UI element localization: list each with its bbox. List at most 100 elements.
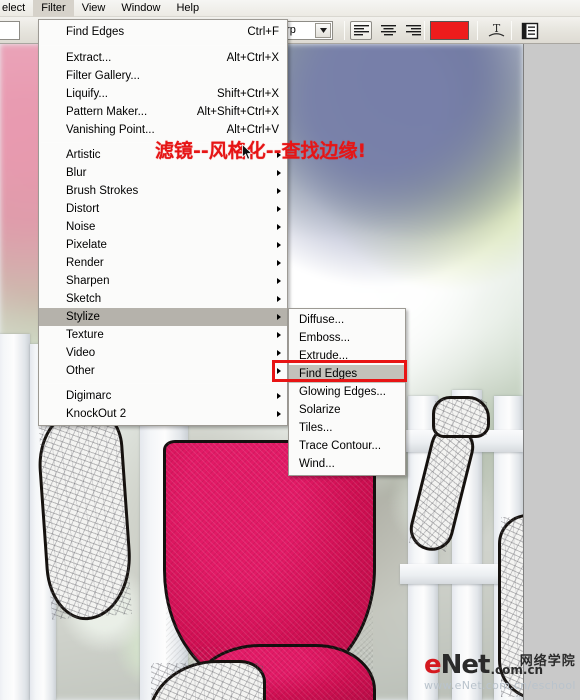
menu-item-label: Texture [66,329,104,341]
sketch-texture [37,410,133,620]
font-size-input[interactable]: g [0,21,20,40]
menu-item-noise[interactable]: Noise [39,218,287,236]
submenu-item-diffuse[interactable]: Diffuse... [289,311,405,329]
align-left-button[interactable] [350,21,372,40]
menu-item-shortcut: Alt+Shift+Ctrl+X [196,106,279,118]
menu-item-label: Brush Strokes [66,185,139,197]
menu-separator-3 [41,383,285,384]
menu-item-sketch[interactable]: Sketch [39,290,287,308]
submenu-arrow-icon [277,224,281,230]
menu-item-digimarc[interactable]: Digimarc [39,387,287,405]
mouse-cursor-icon [242,143,253,166]
chevron-down-icon[interactable] [315,23,331,38]
palettes-icon [521,22,539,39]
warp-text-button[interactable]: T [484,20,508,41]
menu-item-shortcut: Shift+Ctrl+X [217,88,279,100]
submenu-item-label: Find Edges [299,368,358,380]
submenu-item-tiles[interactable]: Tiles... [289,419,405,437]
menu-item-label: Blur [66,167,87,179]
menu-item-video[interactable]: Video [39,344,287,362]
menu-item-label: Distort [66,203,100,215]
toolbar-separator-4 [511,21,512,40]
svg-text:T: T [492,22,500,35]
submenu-item-wind[interactable]: Wind... [289,455,405,473]
toolbar-separator-3 [477,21,478,40]
submenu-arrow-icon [277,332,281,338]
watermark-chinese: 网络学院 [519,654,576,669]
text-color-swatch[interactable] [430,21,469,40]
watermark: eNet .com.cn 网络学院 www.eNet.com.cn/eschoo… [424,652,576,692]
submenu-arrow-icon [277,206,281,212]
submenu-item-solarize[interactable]: Solarize [289,401,405,419]
submenu-item-label: Diffuse... [299,314,345,326]
menu-item-stylize[interactable]: Stylize [39,308,287,326]
menu-item-pixelate[interactable]: Pixelate [39,236,287,254]
menu-item-other[interactable]: Other [39,362,287,380]
filter-dropdown-menu[interactable]: Find Edges Ctrl+F Extract... Alt+Ctrl+X … [38,19,288,426]
menu-item-filter-gallery[interactable]: Filter Gallery... [39,67,287,85]
menu-item-liquify[interactable]: Liquify... Shift+Ctrl+X [39,85,287,103]
menu-view[interactable]: View [74,0,114,17]
menu-item-blur[interactable]: Blur [39,164,287,182]
menu-window[interactable]: Window [113,0,168,17]
menu-item-pattern-maker[interactable]: Pattern Maker... Alt+Shift+Ctrl+X [39,103,287,121]
menu-item-label: Filter Gallery... [66,70,140,82]
menu-item-label: Sketch [66,293,102,305]
toolbar-separator-1 [344,21,345,40]
menu-item-distort[interactable]: Distort [39,200,287,218]
submenu-item-glowing-edges[interactable]: Glowing Edges... [289,383,405,401]
menu-item-knockout-2[interactable]: KnockOut 2 [39,405,287,423]
submenu-item-trace-contour[interactable]: Trace Contour... [289,437,405,455]
warp-text-icon: T [488,22,504,37]
fence-slat-left-edge [0,334,30,700]
align-center-button[interactable] [377,21,399,40]
toggle-palettes-button[interactable] [518,20,542,41]
watermark-logo-e: e [424,650,442,680]
sketch-texture-hand [435,399,487,435]
submenu-item-label: Trace Contour... [299,440,382,452]
figure-left-arm [34,407,136,623]
align-center-icon [380,24,396,35]
submenu-arrow-icon [277,314,281,320]
menu-filter[interactable]: Filter [33,0,74,17]
menu-item-extract[interactable]: Extract... Alt+Ctrl+X [39,49,287,67]
submenu-item-find-edges[interactable]: Find Edges [289,365,405,383]
submenu-item-label: Wind... [299,458,335,470]
submenu-item-label: Tiles... [299,422,333,434]
menu-item-brush-strokes[interactable]: Brush Strokes [39,182,287,200]
menu-item-label: Pattern Maker... [66,106,148,118]
watermark-logo-net: Net [440,650,491,680]
submenu-item-extrude[interactable]: Extrude... [289,347,405,365]
menu-help[interactable]: Help [168,0,207,17]
submenu-arrow-icon [277,350,281,356]
stylize-submenu[interactable]: Diffuse... Emboss... Extrude... Find Edg… [288,308,406,476]
submenu-item-emboss[interactable]: Emboss... [289,329,405,347]
menu-item-shortcut: Ctrl+F [247,26,279,38]
menu-item-label: Video [66,347,96,359]
photoshop-window: eNet .com.cn 网络学院 www.eNet.com.cn/eschoo… [0,0,580,700]
menu-item-find-edges-repeat[interactable]: Find Edges Ctrl+F [39,22,287,42]
menu-separator-1 [41,45,285,46]
submenu-item-label: Solarize [299,404,341,416]
submenu-arrow-icon [277,278,281,284]
watermark-url: www.eNet.com.cn/eschool [424,679,576,692]
menu-item-sharpen[interactable]: Sharpen [39,272,287,290]
submenu-arrow-icon [277,170,281,176]
menu-bar: elect Filter View Window Help [0,0,580,17]
menu-item-label: Noise [66,221,96,233]
menu-item-label: Liquify... [66,88,108,100]
align-left-icon [353,24,369,35]
submenu-arrow-icon [277,411,281,417]
submenu-arrow-icon [277,242,281,248]
menu-item-render[interactable]: Render [39,254,287,272]
align-right-icon [405,24,421,35]
submenu-arrow-icon [277,188,281,194]
align-right-button[interactable] [402,21,424,40]
menu-select[interactable]: elect [0,0,33,17]
toolbar-separator-2 [424,21,425,40]
submenu-item-label: Extrude... [299,350,349,362]
menu-item-texture[interactable]: Texture [39,326,287,344]
sketch-texture-thigh [151,663,263,700]
instruction-annotation: 滤镜--风格化--查找边缘! [155,140,367,162]
menu-item-shortcut: Alt+Ctrl+X [226,52,279,64]
